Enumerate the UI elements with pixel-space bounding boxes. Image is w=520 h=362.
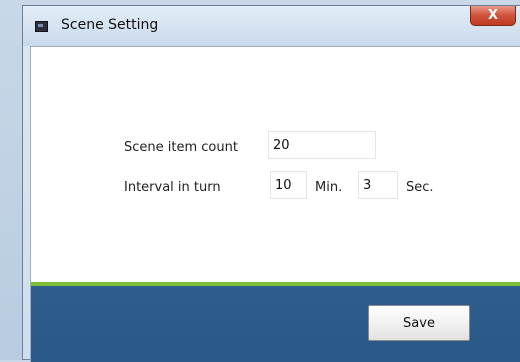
dialog-body: Scene item count Interval in turn Min. S… <box>30 46 520 362</box>
minutes-unit-label: Min. <box>315 180 343 195</box>
interval-seconds-input[interactable] <box>358 171 398 199</box>
close-icon: X <box>487 8 499 23</box>
seconds-unit-label: Sec. <box>406 180 434 195</box>
save-button[interactable]: Save <box>368 305 470 341</box>
interval-label: Interval in turn <box>124 180 221 195</box>
scene-item-count-label: Scene item count <box>124 140 238 155</box>
interval-minutes-input[interactable] <box>270 171 307 199</box>
window-title: Scene Setting <box>61 17 159 33</box>
dialog-footer: Save <box>31 286 520 362</box>
scene-setting-dialog: Scene Setting X Scene item count Interva… <box>22 5 520 362</box>
title-bar[interactable]: Scene Setting X <box>23 6 520 46</box>
window-app-icon <box>35 21 48 32</box>
close-button[interactable]: X <box>470 6 516 26</box>
scene-item-count-input[interactable] <box>268 131 376 159</box>
